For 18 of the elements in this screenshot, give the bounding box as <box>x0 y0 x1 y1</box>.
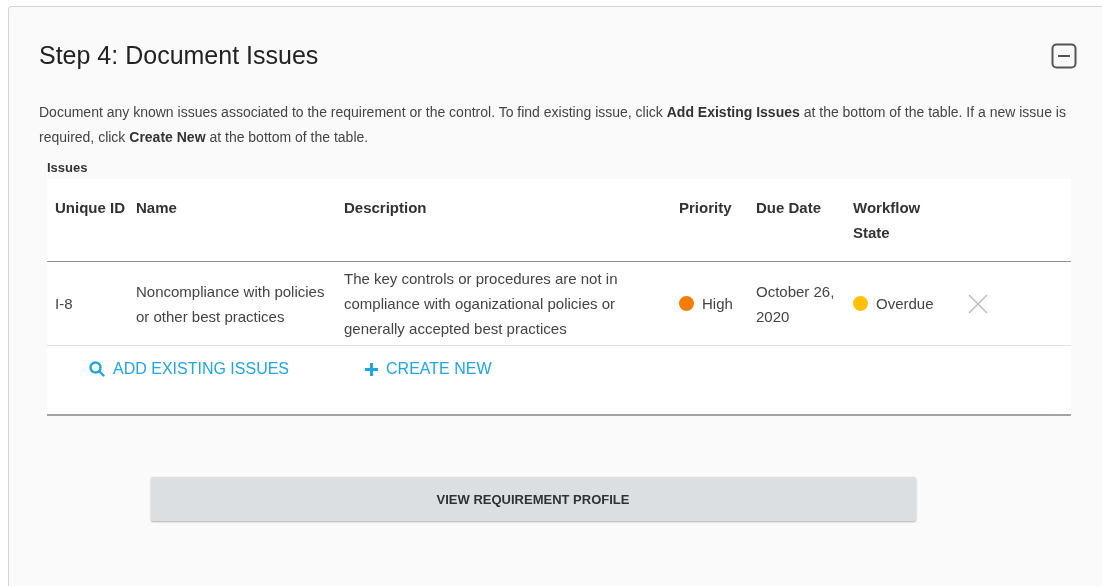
column-header: Due Date <box>756 198 823 218</box>
instructions-text: Document any known issues associated to the requirement or the control. To find existing issue, click Add Existing Issues at the bottom of the table. If a new issue is required, click Create New at the bottom of the table. <box>39 103 1067 147</box>
table-cell-text: Noncompliance with policies or other best practices <box>136 281 326 327</box>
column-header: Description <box>344 198 428 218</box>
table-cell-text: October 26, 2020 <box>756 281 836 327</box>
column-header: Priority <box>679 198 733 218</box>
column-header: Name <box>136 198 178 218</box>
table-cell-text: The key controls or procedures are not in compliance with oganizational policies or generally accepted best practices <box>344 269 619 339</box>
section-title: Step 4: Document Issues <box>39 41 319 70</box>
table-cell-text: I-8 <box>55 294 74 314</box>
view-profile-button[interactable]: VIEW REQUIREMENT PROFILE <box>150 477 916 521</box>
column-header: Workflow State <box>853 198 922 243</box>
column-header: Unique ID <box>55 198 126 218</box>
add-existing-link[interactable]: ADD EXISTING ISSUES <box>89 360 290 378</box>
priority-label: High <box>702 294 733 314</box>
create-new-link[interactable]: CREATE NEW <box>365 360 492 378</box>
status-label: Overdue <box>876 294 934 314</box>
table-label: Issues <box>47 160 89 175</box>
